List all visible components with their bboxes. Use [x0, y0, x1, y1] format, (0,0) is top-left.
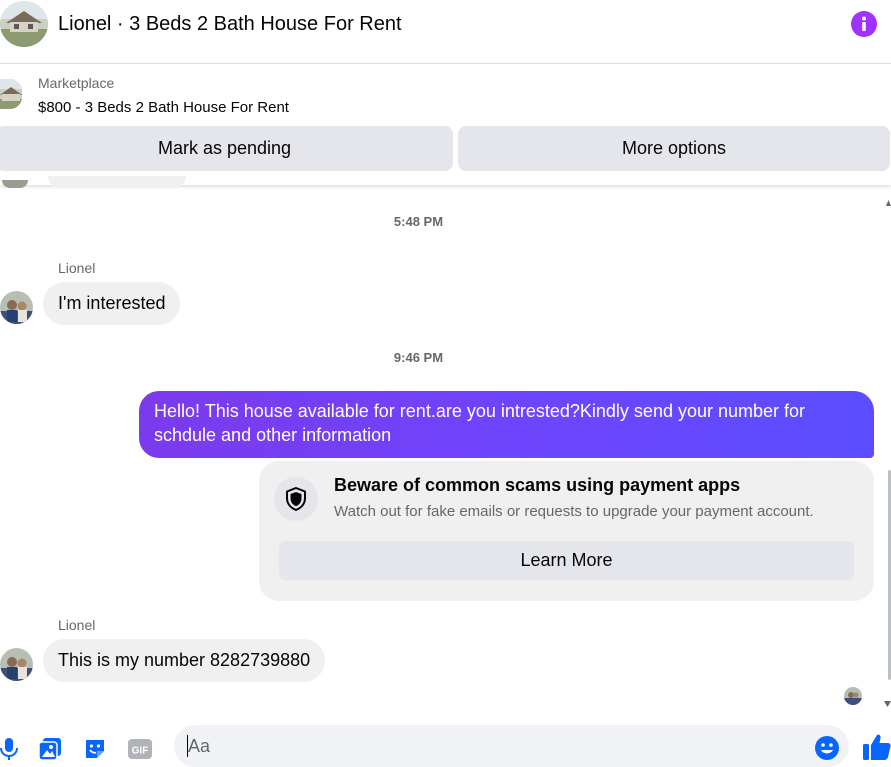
scroll-up-arrow[interactable]: [886, 193, 891, 206]
listing-avatar[interactable]: [0, 1, 48, 47]
incoming-message[interactable]: This is my number 8282739880: [43, 639, 326, 682]
scam-warning-title: Beware of common scams using payment app…: [334, 475, 741, 495]
listing-source: Marketplace: [38, 75, 115, 91]
gif-icon[interactable]: GIF: [127, 736, 153, 762]
avatar[interactable]: [0, 291, 33, 324]
info-icon[interactable]: [851, 11, 877, 37]
sender-name: Lionel: [58, 617, 96, 633]
listing-thumbnail[interactable]: [0, 79, 22, 109]
learn-more-button[interactable]: Learn More: [279, 541, 854, 580]
scam-warning-subtitle: Watch out for fake emails or requests to…: [334, 503, 814, 520]
svg-text:GIF: GIF: [132, 746, 149, 757]
message-input[interactable]: [174, 725, 849, 767]
incoming-message[interactable]: I'm interested: [43, 282, 181, 325]
marketplace-listing: Marketplace $800 - 3 Beds 2 Bath House F…: [0, 65, 891, 185]
listing-price-title[interactable]: $800 - 3 Beds 2 Bath House For Rent: [38, 99, 289, 116]
seen-receipt-avatar: [844, 687, 862, 705]
avatar[interactable]: [0, 648, 33, 681]
sender-name: Lionel: [58, 260, 96, 276]
timestamp: 9:46 PM: [393, 350, 444, 365]
previous-avatar: [2, 180, 28, 188]
conversation-header: Lionel · 3 Beds 2 Bath House For Rent: [0, 0, 891, 64]
outgoing-message[interactable]: Hello! This house available for rent.are…: [139, 391, 874, 458]
message-composer: GIF: [0, 720, 891, 767]
sticker-icon[interactable]: [82, 736, 108, 762]
text-caret: [187, 735, 188, 757]
shield-icon: [274, 477, 318, 521]
mark-as-pending-button[interactable]: Mark as pending: [0, 126, 453, 171]
photo-icon[interactable]: [37, 736, 63, 762]
previous-message-bubble: [48, 176, 186, 188]
scam-warning-card: Beware of common scams using payment app…: [259, 461, 874, 601]
scroll-down-arrow[interactable]: [884, 694, 891, 707]
thumbs-up-icon[interactable]: [862, 732, 891, 762]
emoji-icon[interactable]: [814, 735, 840, 761]
microphone-icon[interactable]: [0, 736, 22, 762]
more-options-button[interactable]: More options: [458, 126, 890, 171]
timestamp: 5:48 PM: [393, 214, 444, 229]
conversation-title: Lionel · 3 Beds 2 Bath House For Rent: [58, 13, 402, 35]
